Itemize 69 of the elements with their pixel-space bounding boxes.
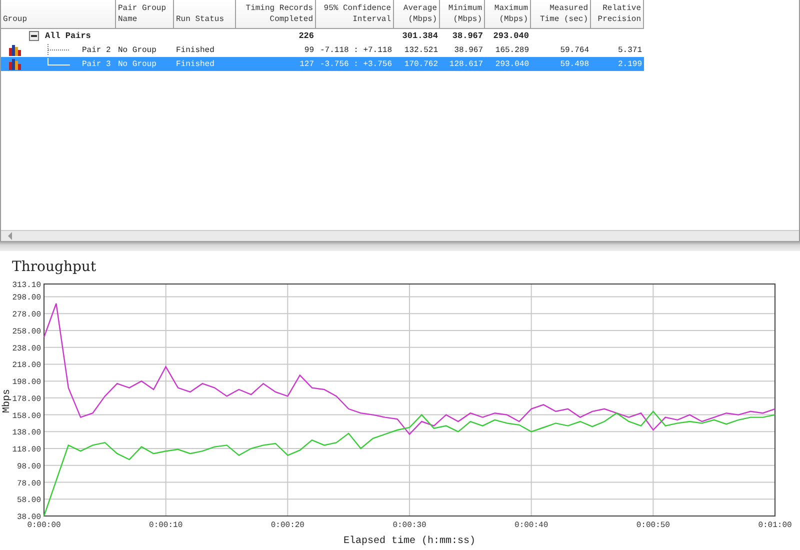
y-tick-label: 58.00 <box>16 496 41 506</box>
table-cell: Pair 2 <box>82 46 111 54</box>
y-tick-label: 78.00 <box>16 479 41 488</box>
x-tick-label: 0:00:30 <box>392 521 426 530</box>
column-header[interactable]: Maximum (Mbps) <box>485 0 531 29</box>
y-tick-label: 178.00 <box>12 394 41 404</box>
y-tick-label: 278.00 <box>12 310 41 320</box>
y-axis-label: Mbps <box>2 389 13 413</box>
x-axis-label: Elapsed time (h:mm:ss) <box>343 536 476 547</box>
x-tick-label: 0:01:00 <box>758 521 792 530</box>
table-cell: No Group <box>118 60 156 68</box>
table-row[interactable]: All Pairs 226 301.384 38.967 293.040 <box>1 29 644 43</box>
table-cell: 165.289 <box>495 46 529 54</box>
column-header[interactable]: Average (Mbps) <box>394 0 440 29</box>
expand-toggle[interactable] <box>29 31 39 41</box>
y-tick-label: 38.00 <box>16 513 41 522</box>
column-header[interactable]: 95% Confidence Interval <box>316 0 394 29</box>
horizontal-scrollbar[interactable] <box>1 230 799 241</box>
table-cell: Finished <box>176 60 214 68</box>
y-tick-label: 238.00 <box>12 344 41 354</box>
table-cell: 293.040 <box>493 31 529 41</box>
x-tick-label: 0:00:50 <box>636 521 670 530</box>
table-cell: 301.384 <box>402 31 438 41</box>
column-header[interactable]: Pair Group Name <box>116 0 174 29</box>
table-cell: 170.762 <box>404 60 438 68</box>
y-tick-label: 138.00 <box>12 428 41 438</box>
scroll-left-arrow-icon[interactable] <box>7 232 13 240</box>
column-header[interactable]: Minimum (Mbps) <box>440 0 485 29</box>
table-cell: 127 <box>300 60 314 68</box>
table-cell: 226 <box>298 31 314 41</box>
table-cell: -3.756 : +3.756 <box>320 60 392 68</box>
y-tick-label: 158.00 <box>12 412 41 421</box>
table-cell: 132.521 <box>404 46 438 54</box>
y-tick-label: 313.10 <box>12 281 41 290</box>
table-cell: 128.617 <box>449 60 483 68</box>
splitter-bar[interactable] <box>0 241 800 251</box>
x-tick-label: 0:00:20 <box>270 521 304 530</box>
table-cell: All Pairs <box>45 31 91 41</box>
bar-chart-icon <box>9 58 21 70</box>
column-header[interactable]: Timing Records Completed <box>236 0 316 29</box>
y-tick-label: 258.00 <box>12 327 41 336</box>
column-header[interactable]: Group <box>1 0 116 29</box>
y-tick-label: 298.00 <box>12 294 41 303</box>
y-tick-label: 198.00 <box>12 378 41 388</box>
table-cell: Pair 3 <box>82 60 111 68</box>
table-cell: No Group <box>118 46 156 54</box>
table-cell: 2.199 <box>618 60 642 68</box>
table-cell: 38.967 <box>454 46 483 54</box>
table-cell: 59.764 <box>560 46 589 54</box>
table-cell: 59.498 <box>560 60 589 68</box>
table-cell: 38.967 <box>452 31 483 41</box>
x-tick-label: 0:00:00 <box>27 521 61 530</box>
table-cell: 5.371 <box>618 46 642 54</box>
column-header[interactable]: Measured Time (sec) <box>531 0 591 29</box>
chart-title: Throughput <box>11 258 98 277</box>
tree-connector <box>46 44 72 56</box>
table-cell: 99 <box>304 46 314 54</box>
x-tick-label: 0:00:10 <box>149 521 183 530</box>
table-cell: Finished <box>176 46 214 54</box>
y-tick-label: 118.00 <box>12 446 41 455</box>
table-cell: -7.118 : +7.118 <box>320 46 392 54</box>
x-tick-label: 0:00:40 <box>514 521 548 530</box>
column-header[interactable]: Run Status <box>174 0 236 29</box>
bar-chart-icon <box>9 44 21 56</box>
table-row[interactable]: Pair 2 No Group Finished 99 -7.118 : +7.118 132.521 38.967 165.289 59.764 5.371 <box>1 43 644 57</box>
column-header[interactable]: Relative Precision <box>591 0 644 29</box>
y-tick-label: 218.00 <box>12 361 41 370</box>
y-tick-label: 98.00 <box>16 462 41 472</box>
table-cell: 293.040 <box>495 60 529 68</box>
